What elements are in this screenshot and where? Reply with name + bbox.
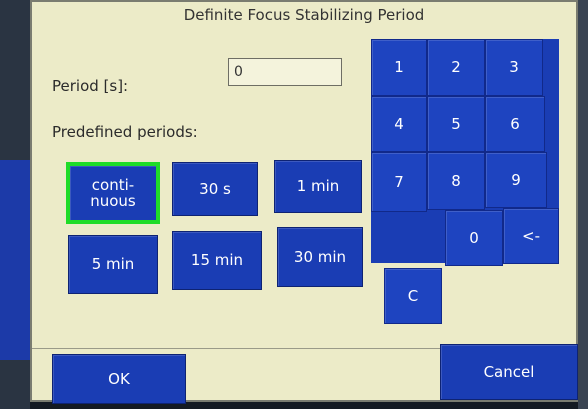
preset-30s-button[interactable]: 30 s [172, 162, 258, 216]
backspace-button[interactable]: <- [503, 208, 559, 264]
key-9-button[interactable]: 9 [485, 152, 547, 208]
cancel-button[interactable]: Cancel [440, 344, 578, 400]
preset-1min-button[interactable]: 1 min [274, 160, 362, 213]
background-panel-left-blue [0, 160, 30, 360]
dialog-title: Definite Focus Stabilizing Period [183, 6, 425, 24]
key-8-button[interactable]: 8 [427, 152, 485, 210]
period-input[interactable] [228, 58, 342, 86]
predefined-periods-label: Predefined periods: [52, 123, 198, 141]
key-4-button[interactable]: 4 [371, 96, 427, 152]
preset-5min-button[interactable]: 5 min [68, 235, 158, 294]
ok-button[interactable]: OK [52, 354, 186, 404]
clear-button[interactable]: C [384, 268, 442, 324]
definite-focus-dialog: Definite Focus Stabilizing Period Period… [30, 0, 578, 404]
preset-30min-button[interactable]: 30 min [277, 227, 363, 287]
key-6-button[interactable]: 6 [485, 96, 545, 152]
key-7-button[interactable]: 7 [371, 152, 427, 212]
key-5-button[interactable]: 5 [427, 96, 485, 152]
key-2-button[interactable]: 2 [427, 39, 485, 96]
period-label: Period [s]: [52, 77, 129, 95]
key-3-button[interactable]: 3 [485, 39, 543, 96]
key-1-button[interactable]: 1 [371, 39, 427, 96]
preset-continuous-button[interactable]: conti- nuous [66, 162, 160, 224]
key-0-button[interactable]: 0 [445, 210, 503, 266]
preset-15min-button[interactable]: 15 min [172, 231, 262, 290]
background-panel-right [578, 0, 588, 409]
